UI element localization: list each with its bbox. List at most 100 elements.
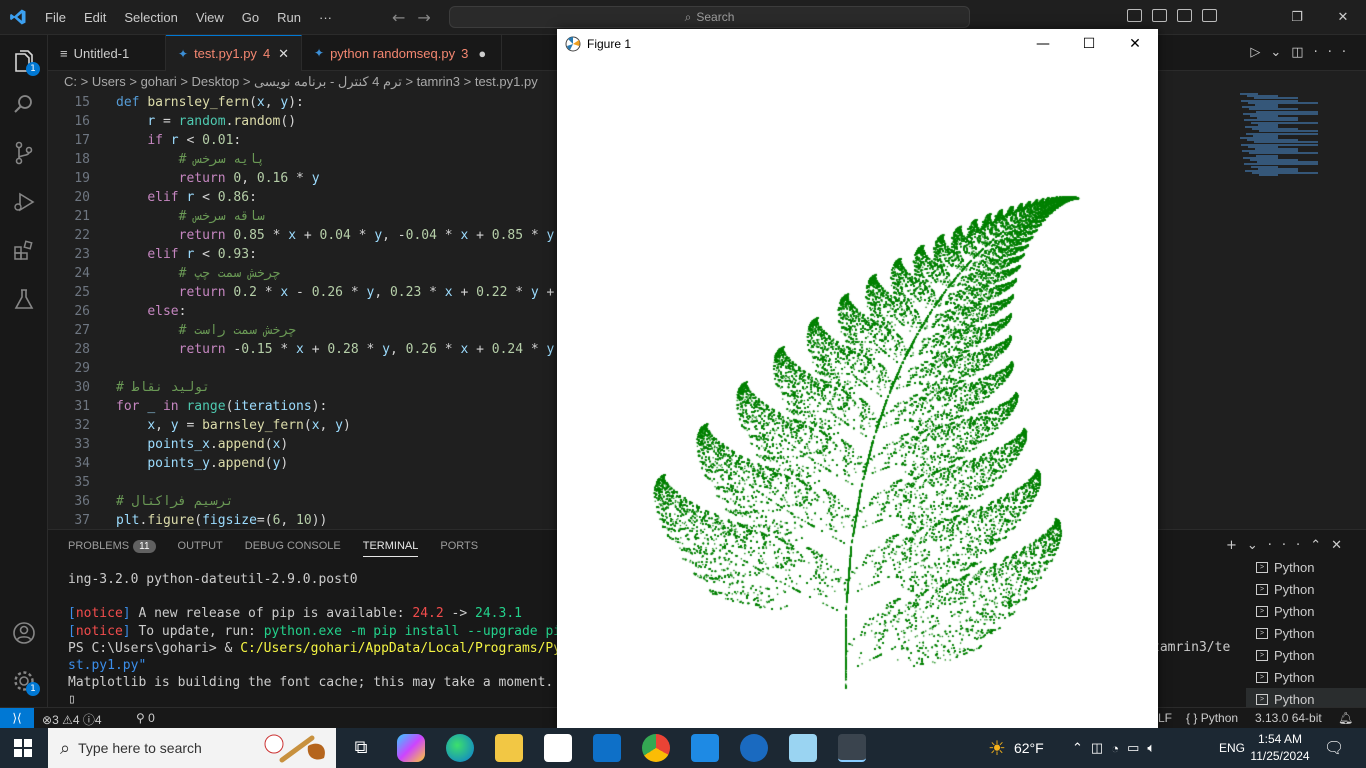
minimap[interactable] (1240, 93, 1352, 183)
terminal-instance-python[interactable]: > Python (1246, 556, 1366, 578)
testing-icon[interactable] (12, 288, 36, 312)
app-v-icon[interactable] (740, 734, 768, 762)
problems-status[interactable]: ⊗3 ⚠4 ⓘ4 (42, 711, 102, 728)
terminal-instance-python[interactable]: > Python (1246, 622, 1366, 644)
matplotlib-taskbar-icon[interactable] (838, 734, 866, 762)
menu-item[interactable]: Edit (75, 10, 115, 25)
accounts-icon[interactable] (12, 621, 36, 645)
terminal-label: Python (1274, 691, 1315, 707)
tab-problem-count: 4 (262, 46, 271, 61)
remote-icon[interactable]: ⟩⟨ (0, 708, 34, 729)
terminal-instance-python[interactable]: > Python (1246, 600, 1366, 622)
tab-ports[interactable]: PORTS (440, 540, 478, 557)
copilot-icon[interactable] (397, 734, 425, 762)
chevron-down-icon[interactable]: ⌄ (1270, 45, 1291, 60)
windows-start-icon[interactable] (14, 739, 32, 757)
search-view-icon[interactable] (12, 93, 36, 117)
toggle-panel-icon[interactable] (1152, 9, 1167, 22)
command-center-search[interactable]: ⌕ Search (449, 6, 970, 28)
file-explorer-icon[interactable] (495, 734, 523, 762)
close-panel-icon[interactable]: ✕ (1331, 538, 1352, 553)
edge-browser-icon[interactable] (446, 734, 474, 762)
restore-window-icon[interactable]: ❐ (1274, 0, 1320, 35)
menu-item[interactable]: ··· (310, 10, 341, 25)
task-view-icon[interactable]: ⧉ (347, 734, 375, 762)
explorer-badge: 1 (26, 62, 40, 76)
input-language[interactable]: ENG (1219, 728, 1245, 768)
close-tab-icon[interactable]: ✕ (278, 46, 289, 62)
line-number: 24 (74, 266, 90, 281)
speaker-icon[interactable]: 🔈︎ (1147, 740, 1163, 756)
interpreter-status[interactable]: 3.13.0 64-bit (1255, 711, 1322, 725)
explorer-icon[interactable]: 1 (12, 49, 40, 76)
forward-arrow-icon[interactable]: → (417, 8, 442, 27)
manage-gear-icon[interactable]: 1 (12, 669, 40, 696)
terminal-line: st.py1.py" (68, 658, 147, 673)
tab-problems[interactable]: PROBLEMS 11 (68, 540, 156, 557)
menu-item[interactable]: View (187, 10, 233, 25)
line-number: 20 (74, 190, 90, 205)
notification-center-icon[interactable]: 🗨︎ (1324, 728, 1344, 768)
line-number: 34 (74, 456, 90, 471)
language-mode-status[interactable]: { } Python (1186, 711, 1238, 725)
notepad-icon[interactable] (789, 734, 817, 762)
network-icon[interactable]: ◔ (1111, 741, 1127, 756)
terminal-line: ▯ (68, 692, 76, 708)
maximize-icon[interactable]: ☐ (1066, 29, 1112, 58)
terminal-instance-python[interactable]: > Python (1246, 666, 1366, 688)
terminal-icon: > (1256, 561, 1268, 573)
chevron-down-icon[interactable]: ⌄ (1247, 538, 1268, 553)
fern-plot-canvas[interactable] (557, 58, 1158, 729)
ports-count: 0 (148, 711, 155, 725)
tray-app-icon[interactable]: ◫ (1091, 740, 1111, 756)
toggle-primary-sidebar-icon[interactable] (1127, 9, 1142, 22)
taskbar-search-input[interactable]: ⌕ Type here to search (48, 728, 336, 768)
customize-layout-icon[interactable] (1202, 9, 1217, 22)
terminal-icon: > (1256, 649, 1268, 661)
matplotlib-logo-icon (565, 36, 581, 51)
terminal-instance-python[interactable]: > Python (1246, 644, 1366, 666)
microsoft-store-icon[interactable] (544, 734, 572, 762)
ports-status[interactable]: ⚲ 0 (136, 711, 155, 725)
mail-icon[interactable] (593, 734, 621, 762)
vscode-taskbar-icon[interactable] (691, 734, 719, 762)
back-arrow-icon[interactable]: ← (392, 8, 417, 27)
source-control-icon[interactable] (12, 141, 36, 165)
tab-debug-console[interactable]: DEBUG CONSOLE (245, 540, 341, 557)
eol-status[interactable]: LF (1158, 711, 1172, 725)
maximize-panel-icon[interactable]: ⌃ (1310, 538, 1331, 553)
taskbar-clock[interactable]: 1:54 AM 11/25/2024 (1250, 731, 1310, 765)
run-file-icon[interactable]: ▷ (1250, 45, 1270, 60)
tab-output[interactable]: OUTPUT (178, 540, 223, 557)
close-icon[interactable]: ✕ (1112, 29, 1158, 58)
minimize-icon[interactable]: — (1020, 29, 1066, 58)
notifications-bell-icon[interactable]: 🔔︎ (1338, 711, 1353, 725)
tab-untitled-1[interactable]: ≡ Untitled-1 (48, 35, 166, 71)
menu-item[interactable]: Selection (115, 10, 186, 25)
system-tray-icons[interactable]: ⌃ ◫ ◔ ▭ 🔈︎ (1072, 728, 1163, 768)
extensions-icon[interactable] (12, 239, 36, 263)
code-text: else: (147, 304, 187, 319)
toggle-secondary-sidebar-icon[interactable] (1177, 9, 1192, 22)
chevron-up-icon[interactable]: ⌃ (1072, 740, 1091, 756)
chrome-browser-icon[interactable] (642, 734, 670, 762)
tab-terminal[interactable]: TERMINAL (362, 540, 419, 557)
menu-item[interactable]: File (36, 10, 75, 25)
close-window-icon[interactable]: ✕ (1320, 0, 1366, 35)
more-actions-icon[interactable]: ··· (1314, 45, 1356, 60)
battery-icon[interactable]: ▭ (1127, 740, 1147, 756)
navigation-arrows[interactable]: ←→ (392, 8, 443, 27)
more-actions-icon[interactable]: ··· (1268, 538, 1310, 553)
warning-icon: ⚠ (62, 713, 73, 727)
run-debug-icon[interactable] (12, 190, 36, 214)
menu-item[interactable]: Go (233, 10, 268, 25)
terminal-instance-python[interactable]: > Python (1246, 578, 1366, 600)
new-terminal-icon[interactable]: + (1226, 538, 1247, 553)
tab-test-py1[interactable]: ✦ test.py1.py 4 ✕ (166, 35, 302, 71)
menu-item[interactable]: Run (268, 10, 310, 25)
terminal-icon: > (1256, 605, 1268, 617)
split-editor-icon[interactable]: ◫ (1291, 45, 1313, 60)
unsaved-dot-icon[interactable]: ● (478, 46, 486, 61)
weather-widget[interactable]: ☀ 62°F (988, 728, 1044, 768)
tab-python-randomseq[interactable]: ✦ python randomseq.py 3 ● (302, 35, 502, 71)
